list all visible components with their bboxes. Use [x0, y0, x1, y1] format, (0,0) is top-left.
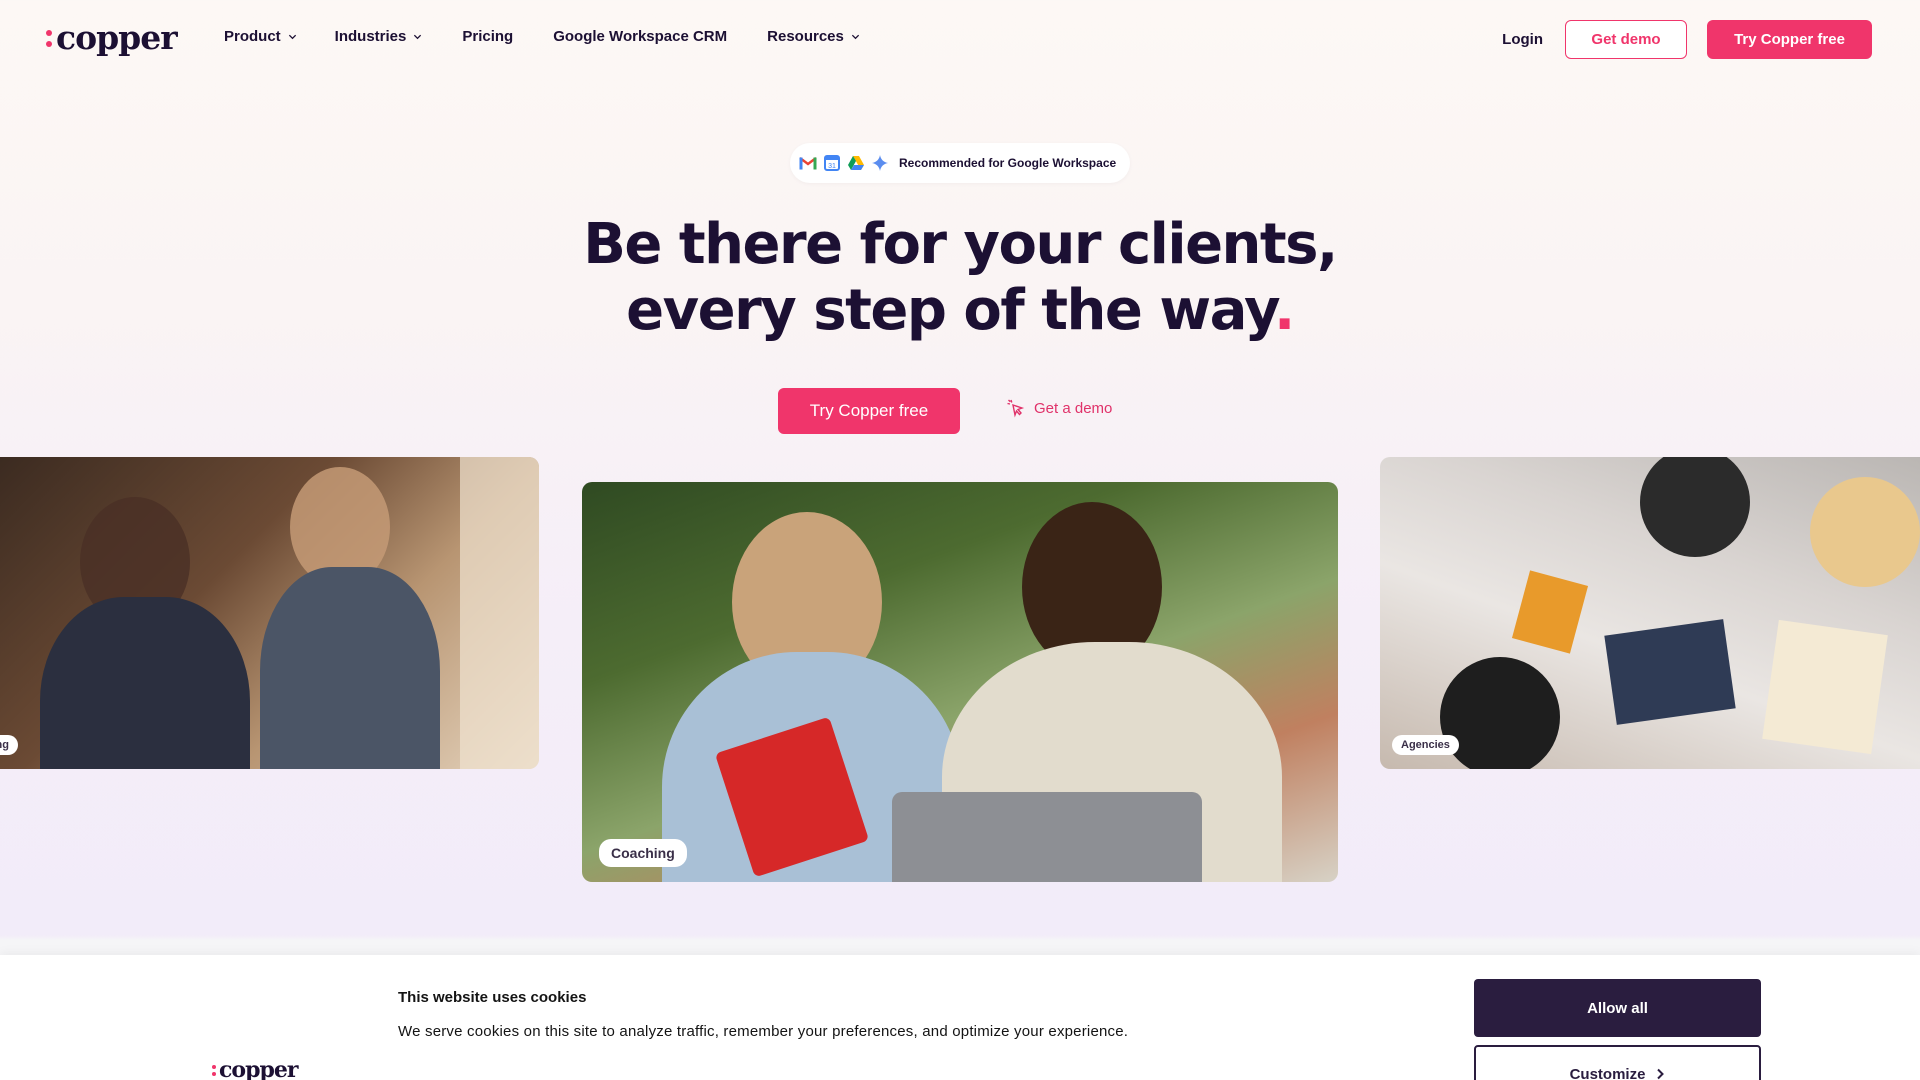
hero-headline: Be there for your clients, every step of…: [0, 212, 1920, 344]
person-shape: [1440, 657, 1560, 769]
paper-shape: [1762, 619, 1888, 755]
cookie-banner: copper This website uses cookies We serv…: [0, 955, 1920, 1080]
try-copper-free-button[interactable]: Try Copper free: [1707, 20, 1872, 59]
top-navigation: copper Product Industries Pricing Google…: [0, 0, 1920, 80]
customize-cookies-button[interactable]: Customize: [1474, 1045, 1761, 1080]
cookie-title: This website uses cookies: [398, 989, 587, 1006]
gmail-icon: [798, 153, 818, 173]
hero-get-demo-link[interactable]: Get a demo: [1006, 398, 1112, 418]
login-link[interactable]: Login: [1502, 31, 1543, 48]
coaching-photo-card: Coaching: [582, 482, 1338, 882]
headline-line-1: Be there for your clients,: [583, 212, 1338, 277]
nav-actions: Login Get demo Try Copper free: [1502, 20, 1872, 59]
customize-label: Customize: [1569, 1065, 1646, 1080]
cookie-description: We serve cookies on this site to analyze…: [398, 1023, 1129, 1040]
cookie-copper-logo: copper: [212, 1057, 298, 1080]
badge-text: Recommended for Google Workspace: [899, 156, 1117, 170]
nav-pricing[interactable]: Pricing: [462, 28, 513, 45]
window-shape: [460, 457, 539, 769]
headline-pink-dot: .: [1274, 278, 1295, 343]
book-shape: [1604, 619, 1736, 725]
drive-icon: [846, 153, 866, 173]
google-workspace-badge: 31 Recommended for Google Workspace: [790, 143, 1130, 183]
person-shape: [1640, 457, 1750, 557]
get-demo-button[interactable]: Get demo: [1565, 20, 1687, 59]
nav-product[interactable]: Product: [224, 28, 297, 45]
get-demo-label: Get a demo: [1034, 399, 1113, 417]
chevron-down-icon: [851, 34, 859, 40]
swatch-shape: [1511, 570, 1589, 654]
nav-google-workspace-crm[interactable]: Google Workspace CRM: [553, 28, 727, 45]
nav-links: Product Industries Pricing Google Worksp…: [224, 28, 860, 45]
hero-try-copper-free-button[interactable]: Try Copper free: [778, 388, 960, 434]
card-tag-coaching: Coaching: [599, 839, 687, 867]
calendar-icon: 31: [822, 153, 842, 173]
allow-all-cookies-button[interactable]: Allow all: [1474, 979, 1761, 1037]
laptop-shape: [892, 792, 1202, 882]
copper-logo[interactable]: copper: [46, 18, 178, 58]
nav-resources[interactable]: Resources: [767, 28, 860, 45]
person-shape: [1810, 477, 1920, 587]
logo-colon-icon: [212, 1064, 216, 1076]
nav-product-label: Product: [224, 28, 281, 45]
headline-line-2: every step of the way: [626, 278, 1275, 343]
chevron-down-icon: [414, 34, 422, 40]
nav-pricing-label: Pricing: [462, 28, 514, 45]
logo-colon-icon: [46, 29, 52, 47]
nav-google-workspace-crm-label: Google Workspace CRM: [553, 28, 728, 45]
chevron-right-icon: [1657, 1068, 1665, 1080]
gemini-icon: [870, 153, 890, 173]
agencies-photo-card: Agencies: [1380, 457, 1920, 769]
logo-text: copper: [56, 18, 178, 57]
badge-icons: 31: [798, 153, 890, 173]
nav-industries-label: Industries: [334, 28, 407, 45]
card-tag-consulting: ulting: [0, 735, 18, 755]
person-shape: [40, 597, 250, 769]
cursor-click-icon: [1007, 399, 1025, 418]
card-tag-agencies: Agencies: [1392, 735, 1459, 755]
nav-industries[interactable]: Industries: [335, 28, 423, 45]
cookie-logo-text: copper: [219, 1057, 298, 1080]
person-shape: [260, 567, 440, 769]
svg-text:31: 31: [828, 163, 836, 170]
consulting-photo-card: ulting: [0, 457, 539, 769]
chevron-down-icon: [288, 34, 296, 40]
nav-resources-label: Resources: [767, 28, 844, 45]
